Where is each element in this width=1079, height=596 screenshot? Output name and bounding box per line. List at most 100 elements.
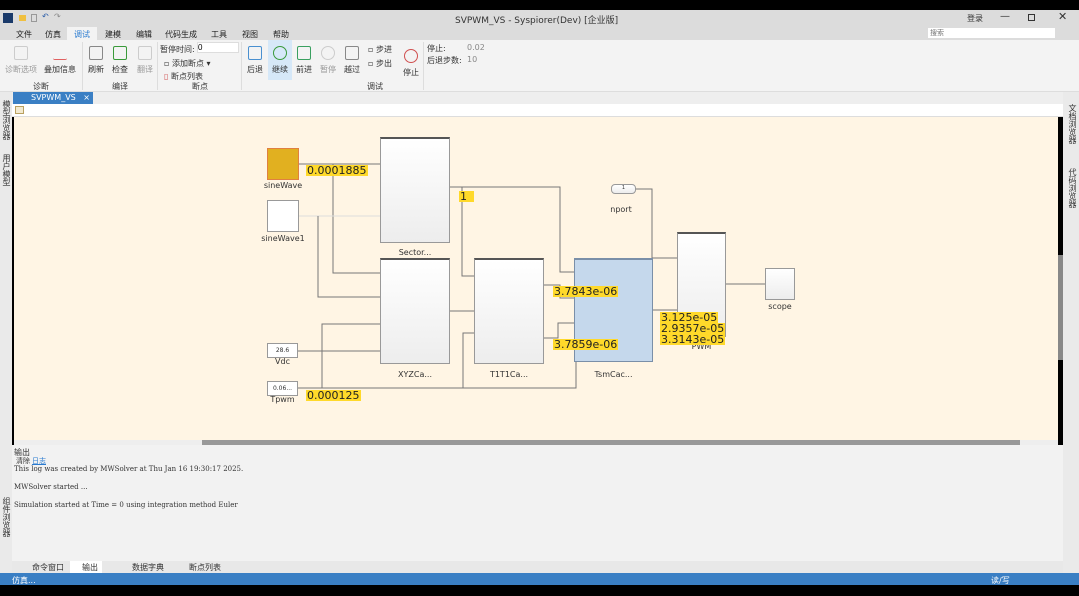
- refresh-button[interactable]: 刷新: [88, 46, 104, 75]
- menu-modeling[interactable]: 建模: [105, 29, 121, 40]
- window-title: SVPWM_VS - Syspiorer(Dev) [企业版]: [455, 16, 619, 26]
- tab-close-icon[interactable]: ×: [83, 93, 90, 102]
- forward-button[interactable]: 前进: [296, 46, 312, 75]
- back-button[interactable]: 后退: [247, 46, 263, 75]
- stop-button[interactable]: 停止: [403, 49, 419, 78]
- translate-button[interactable]: 翻译: [137, 46, 153, 75]
- title-bar: ↶ ↷ SVPWM_VS - Syspiorer(Dev) [企业版] 登录 —…: [0, 10, 1079, 27]
- login-button[interactable]: 登录: [967, 13, 983, 24]
- check-button[interactable]: 检查: [112, 46, 128, 75]
- step-out-button[interactable]: ▫ 步出: [368, 58, 392, 69]
- menu-simulation[interactable]: 仿真: [45, 29, 61, 40]
- close-icon[interactable]: ✕: [1058, 10, 1067, 23]
- menu-view[interactable]: 视图: [242, 29, 258, 40]
- continue-button[interactable]: 继续: [268, 40, 292, 80]
- left-panel-user-model[interactable]: 用户模型: [1, 154, 12, 186]
- value-label: 3.7859e-06: [553, 338, 619, 351]
- menu-tools[interactable]: 工具: [211, 29, 227, 40]
- xyzcalc-block[interactable]: [380, 258, 450, 364]
- menu-debug[interactable]: 调试: [67, 27, 97, 40]
- vertical-scrollbar[interactable]: [1058, 255, 1063, 360]
- diagram-layer: sineWave sineWave1 Sector... XYZCa... T1…: [14, 117, 1058, 440]
- menu-help[interactable]: 帮助: [273, 29, 289, 40]
- minimize-icon[interactable]: —: [1000, 11, 1010, 22]
- sinewave1-block[interactable]: [267, 200, 299, 232]
- value-label: 3.3143e-05: [660, 333, 726, 346]
- refresh-icon: [89, 46, 103, 60]
- stop-icon: [404, 49, 418, 63]
- pause-icon: [321, 46, 335, 60]
- xyzcalc-label: XYZCa...: [398, 370, 432, 379]
- breakpoint-list-icon: ▯: [164, 72, 169, 81]
- back-icon: [248, 46, 262, 60]
- diagnose-options-button[interactable]: 诊断选项: [5, 46, 37, 75]
- back-steps-spinner[interactable]: 10: [467, 55, 477, 64]
- right-panel-code-browser[interactable]: 代码浏览器: [1067, 168, 1078, 208]
- stop-time-label: 停止:: [427, 44, 446, 53]
- ribbon: 诊断选项 叠加信息 诊断 刷新 检查 翻译 编译 暂停时间: ▫ 添加断点 ▾ …: [0, 40, 1079, 92]
- step-in-button[interactable]: ▫ 步进: [368, 44, 392, 55]
- log-line: Simulation started at Time = 0 using int…: [14, 501, 238, 509]
- group-debug: 调试: [367, 82, 383, 91]
- back-steps-label: 后退步数:: [427, 56, 462, 65]
- status-mode: 读/写: [991, 576, 1010, 585]
- nport-block[interactable]: 1: [611, 184, 636, 194]
- model-canvas[interactable]: sineWave sineWave1 Sector... XYZCa... T1…: [14, 117, 1058, 440]
- pause-time-label: 暂停时间:: [160, 45, 195, 54]
- redo-icon[interactable]: ↷: [54, 12, 61, 21]
- tab-command-window[interactable]: 命令窗口: [28, 562, 68, 573]
- left-panel-component-browser[interactable]: 组件浏览器: [1, 497, 12, 537]
- group-breakpoint: 断点: [192, 82, 208, 91]
- tab-data-dictionary[interactable]: 数据字典: [128, 562, 168, 573]
- scope-block[interactable]: [765, 268, 795, 300]
- left-panel-model-browser[interactable]: 模型浏览器: [1, 100, 12, 140]
- menu-codegen[interactable]: 代码生成: [165, 29, 197, 40]
- scope-label: scope: [768, 302, 792, 311]
- group-diagnose: 诊断: [33, 82, 49, 91]
- group-compile: 编译: [112, 82, 128, 91]
- tab-svpwm-vs[interactable]: SVPWM_VS ×: [13, 92, 93, 104]
- value-label: 1: [459, 191, 474, 202]
- overlay-info-button[interactable]: 叠加信息: [44, 46, 76, 75]
- pause-time-input[interactable]: [197, 42, 239, 53]
- output-panel: 输出 清除 日志 This log was created by MWSolve…: [12, 445, 1063, 561]
- menu-edit[interactable]: 编辑: [136, 29, 152, 40]
- right-sidebar: 文档浏览器 代码浏览器: [1058, 92, 1079, 573]
- status-text: 仿真...: [12, 576, 36, 585]
- vdc-block[interactable]: 28.6: [267, 343, 298, 358]
- status-bar: 仿真... 读/写: [0, 573, 1079, 585]
- menu-file[interactable]: 文件: [16, 29, 32, 40]
- bottom-tabs: 命令窗口 输出 数据字典 断点列表: [12, 561, 1063, 573]
- log-line: This log was created by MWSolver at Thu …: [14, 465, 244, 473]
- model-root-icon[interactable]: [15, 106, 24, 114]
- search-input[interactable]: [928, 28, 1055, 38]
- t1t1calc-label: T1T1Ca...: [489, 370, 529, 379]
- skip-button[interactable]: 越过: [344, 46, 360, 75]
- vdc-label: Vdc: [275, 357, 290, 366]
- forward-icon: [297, 46, 311, 60]
- app-logo-icon: [3, 13, 13, 23]
- stop-time-input[interactable]: 0.02: [467, 43, 485, 52]
- tpwm-block[interactable]: 0.06...: [267, 381, 298, 396]
- tab-output[interactable]: 输出: [70, 561, 102, 573]
- tab-breakpoint-list[interactable]: 断点列表: [185, 562, 225, 573]
- right-panel-doc-browser[interactable]: 文档浏览器: [1067, 104, 1078, 144]
- left-sidebar: 模型浏览器 用户模型 组件浏览器: [0, 92, 12, 573]
- restore-icon[interactable]: [1028, 14, 1035, 21]
- pause-button[interactable]: 暂停: [320, 46, 336, 75]
- open-icon[interactable]: [19, 15, 26, 21]
- sector-label: Sector...: [398, 248, 432, 257]
- skip-icon: [345, 46, 359, 60]
- t1t1calc-block[interactable]: [474, 258, 544, 364]
- overlay-icon: [53, 46, 67, 60]
- undo-icon[interactable]: ↶: [42, 12, 49, 21]
- value-label: 3.7843e-06: [553, 285, 619, 298]
- add-breakpoint-button[interactable]: ▫ 添加断点 ▾: [164, 58, 211, 69]
- sector-block[interactable]: [380, 137, 450, 243]
- log-line: MWSolver started ...: [14, 483, 88, 491]
- save-icon[interactable]: [31, 14, 37, 22]
- translate-icon: [138, 46, 152, 60]
- menu-bar: 文件 仿真 调试 建模 编辑 代码生成 工具 视图 帮助: [0, 27, 1079, 40]
- value-label: 0.000125: [306, 389, 361, 402]
- sinewave-block[interactable]: [267, 148, 299, 180]
